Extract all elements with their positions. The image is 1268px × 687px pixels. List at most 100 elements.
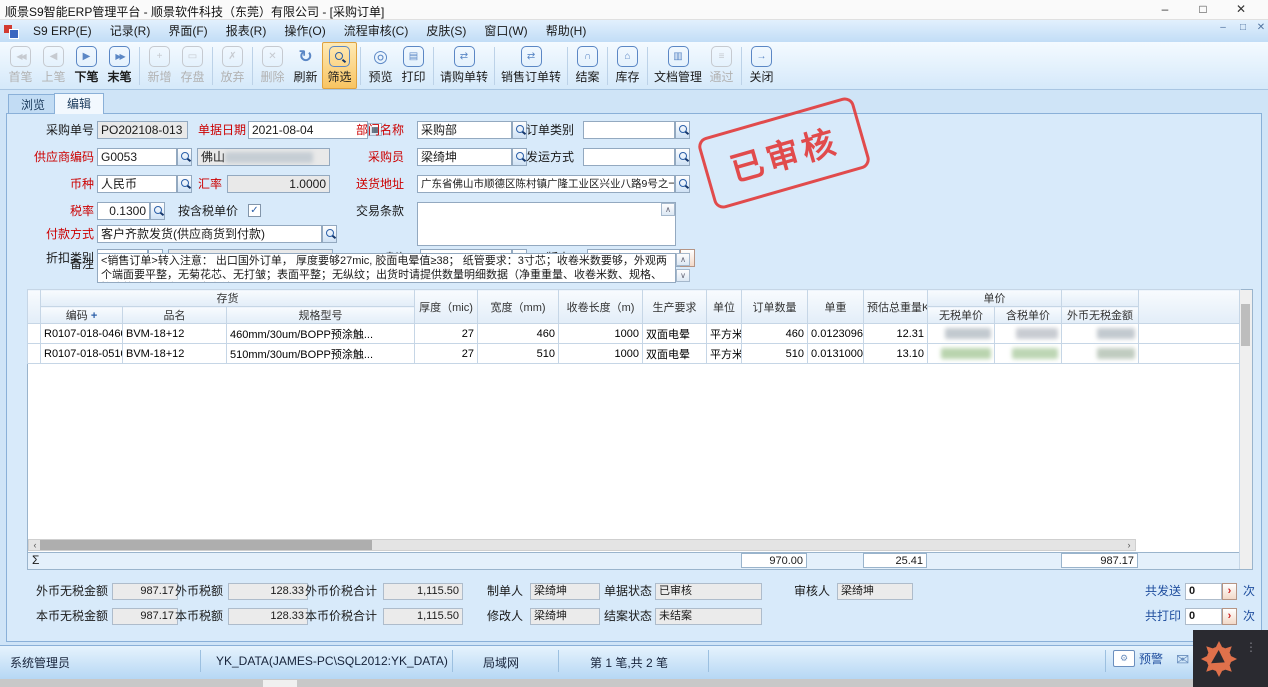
prev-record-button[interactable]: ◀上笔 — [37, 43, 70, 88]
payment-method-field[interactable]: 客户齐款发货(供应商货到付款) — [97, 225, 322, 243]
col-order-qty[interactable]: 订单数量 — [742, 290, 808, 324]
payment-lookup-icon[interactable] — [322, 225, 337, 243]
preview-button[interactable]: ◎预览 — [364, 43, 397, 88]
cell-name[interactable]: BVM-18+12 — [123, 344, 227, 364]
cell-est-weight[interactable]: 12.31 — [864, 324, 928, 344]
supplier-lookup-icon[interactable] — [177, 148, 192, 166]
cell-price-tax[interactable] — [995, 344, 1062, 364]
menu-report[interactable]: 报表(R) — [217, 20, 276, 42]
cell-width[interactable]: 460 — [478, 324, 559, 344]
cell-thickness[interactable]: 27 — [415, 344, 478, 364]
cell-unit[interactable]: 平方米 — [707, 344, 742, 364]
sales-order-transfer-button[interactable]: ⇄销售订单转 — [498, 43, 564, 88]
requisition-transfer-button[interactable]: ⇄请购单转 — [437, 43, 491, 88]
cell-foreign-amount[interactable] — [1062, 324, 1139, 344]
exit-button[interactable]: →关闭 — [745, 43, 778, 88]
price-group-header[interactable]: 单价 — [928, 290, 1062, 307]
hscroll-thumb[interactable] — [40, 540, 372, 550]
refresh-button[interactable]: ↻刷新 — [289, 43, 322, 88]
remark-scroll-down-icon[interactable]: ∨ — [676, 269, 690, 282]
hscroll-right-icon[interactable]: › — [1123, 540, 1135, 550]
filter-button[interactable]: 筛选 — [322, 42, 357, 89]
cell-length[interactable]: 1000 — [559, 344, 643, 364]
col-price-notax[interactable]: 无税单价 — [928, 307, 995, 324]
tab-edit[interactable]: 编辑 — [54, 93, 104, 114]
trade-terms-field[interactable] — [417, 202, 676, 246]
tax-rate-lookup-icon[interactable] — [150, 202, 165, 220]
supplier-code-field[interactable]: G0053 — [97, 148, 177, 166]
vscroll-thumb[interactable] — [1241, 304, 1250, 346]
print-count-field[interactable]: 0 — [1185, 608, 1222, 625]
buyer-field[interactable]: 梁绮坤 — [417, 148, 512, 166]
remark-field[interactable]: <销售订单>转入注意： 出口国外订单， 厚度要够27mic, 胶面电晕值≥38；… — [97, 253, 676, 283]
ship-method-field[interactable] — [583, 148, 675, 166]
col-unit[interactable]: 单位 — [707, 290, 742, 324]
first-record-button[interactable]: ◀◀首笔 — [4, 43, 37, 88]
currency-field[interactable]: 人民币 — [97, 175, 177, 193]
cell-spec[interactable]: 460mm/30um/BOPP预涂触... — [227, 324, 415, 344]
document-management-button[interactable]: ▥文档管理 — [651, 43, 705, 88]
cell-qty[interactable]: 510 — [742, 344, 808, 364]
overlay-menu-dots-icon[interactable]: ⋮ — [1245, 642, 1257, 652]
menu-interface[interactable]: 界面(F) — [159, 20, 216, 42]
send-count-spinner[interactable]: › — [1222, 583, 1237, 600]
menu-record[interactable]: 记录(R) — [101, 20, 160, 42]
mail-icon[interactable]: ✉ — [1176, 650, 1189, 670]
col-spec[interactable]: 规格型号 — [227, 307, 415, 324]
add-button[interactable]: +新增 — [143, 43, 176, 88]
cell-code[interactable]: R0107-018-0460-... — [41, 324, 123, 344]
dept-field[interactable]: 采购部 — [417, 121, 512, 139]
cell-production[interactable]: 双面电晕 — [643, 324, 707, 344]
last-record-button[interactable]: ▶▶末笔 — [103, 43, 136, 88]
approve-button[interactable]: ≡通过 — [705, 43, 738, 88]
terms-scroll-up-icon[interactable]: ∧ — [661, 203, 675, 216]
cell-unit-weight[interactable]: 0.0123096 — [808, 324, 864, 344]
recorder-overlay[interactable]: ⋮ — [1193, 630, 1268, 687]
remark-scroll-up-icon[interactable]: ∧ — [676, 253, 690, 266]
delete-button[interactable]: ✕删除 — [256, 43, 289, 88]
address-lookup-icon[interactable] — [675, 175, 690, 193]
menu-s9erp[interactable]: S9 ERP(E) — [24, 20, 101, 42]
print-count-spinner[interactable]: › — [1222, 608, 1237, 625]
menu-window[interactable]: 窗口(W) — [475, 20, 536, 42]
row-indicator[interactable] — [28, 324, 41, 344]
close-case-button[interactable]: ∩结案 — [571, 43, 604, 88]
cell-production[interactable]: 双面电晕 — [643, 344, 707, 364]
tax-rate-field[interactable]: 0.1300 — [97, 202, 150, 220]
menu-workflow[interactable]: 流程审核(C) — [335, 20, 418, 42]
alert-button[interactable]: ⚙ 预警 — [1113, 650, 1163, 667]
order-type-lookup-icon[interactable] — [675, 121, 690, 139]
cell-spec[interactable]: 510mm/30um/BOPP预涂触... — [227, 344, 415, 364]
discard-button[interactable]: ✗放弃 — [216, 43, 249, 88]
cell-unit-weight[interactable]: 0.0131000 — [808, 344, 864, 364]
order-type-field[interactable] — [583, 121, 675, 139]
mdi-restore-button[interactable]: □ — [1234, 22, 1252, 33]
menu-skin[interactable]: 皮肤(S) — [417, 20, 475, 42]
print-button[interactable]: ▤打印 — [397, 43, 430, 88]
col-foreign-amount[interactable]: 外币无税金额 — [1062, 307, 1139, 324]
cell-thickness[interactable]: 27 — [415, 324, 478, 344]
cell-foreign-amount[interactable] — [1062, 344, 1139, 364]
maximize-button[interactable]: □ — [1190, 1, 1216, 18]
minimize-button[interactable]: – — [1152, 1, 1178, 18]
cell-price-notax[interactable] — [928, 344, 995, 364]
cell-length[interactable]: 1000 — [559, 324, 643, 344]
col-item-name[interactable]: 品名 — [123, 307, 227, 324]
grid-row[interactable]: R0107-018-0460-... BVM-18+12 460mm/30um/… — [28, 324, 1241, 344]
cell-qty[interactable]: 460 — [742, 324, 808, 344]
col-thickness[interactable]: 厚度（mic) — [415, 290, 478, 324]
menu-operation[interactable]: 操作(O) — [275, 20, 334, 42]
close-button[interactable]: ✕ — [1228, 1, 1254, 18]
save-button[interactable]: ▭存盘 — [176, 43, 209, 88]
cell-est-weight[interactable]: 13.10 — [864, 344, 928, 364]
cell-code[interactable]: R0107-018-0510-... — [41, 344, 123, 364]
grid-row[interactable]: R0107-018-0510-... BVM-18+12 510mm/30um/… — [28, 344, 1241, 364]
next-record-button[interactable]: ▶下笔 — [70, 43, 103, 88]
send-count-field[interactable]: 0 — [1185, 583, 1222, 600]
row-indicator[interactable] — [28, 344, 41, 364]
tab-browse[interactable]: 浏览 — [8, 94, 58, 114]
inventory-group-header[interactable]: 存货 — [41, 290, 415, 307]
ship-method-lookup-icon[interactable] — [675, 148, 690, 166]
cell-price-notax[interactable] — [928, 324, 995, 344]
col-code[interactable]: 编码 + — [41, 307, 123, 324]
